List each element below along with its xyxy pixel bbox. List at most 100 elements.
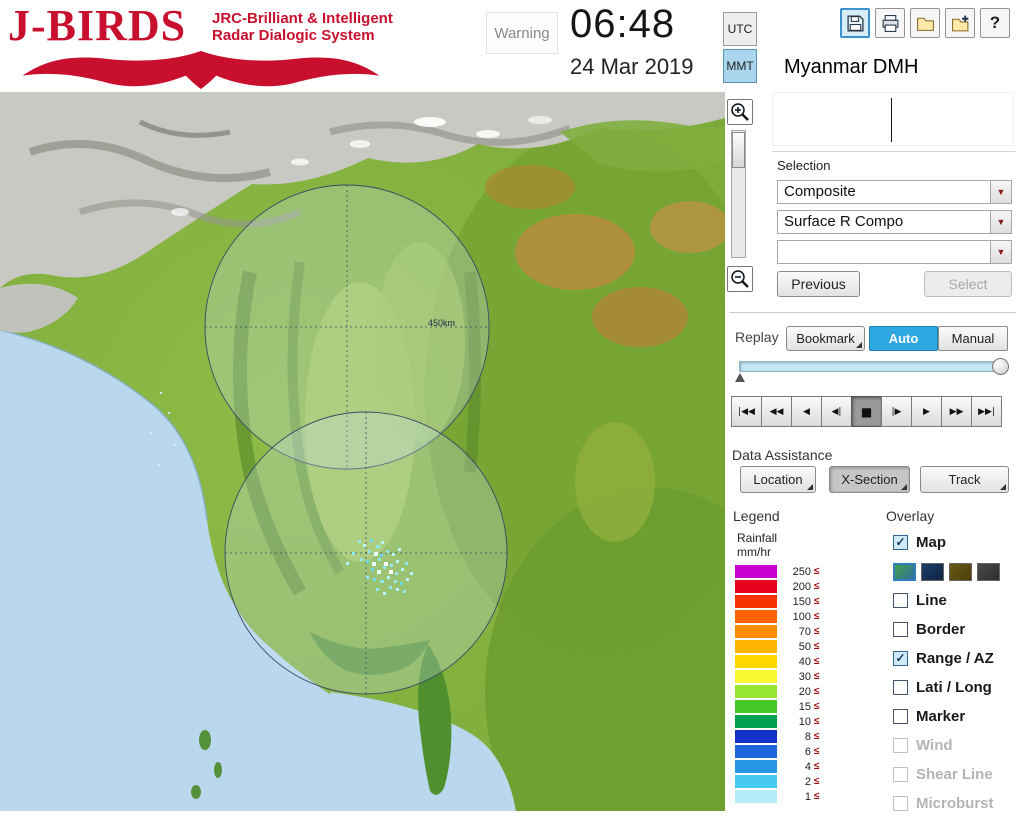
legend-value: 4 — [804, 760, 811, 773]
overlay-item-range-az[interactable]: ✓ Range / AZ — [893, 644, 1028, 673]
overlay-item-microburst: Microburst — [893, 789, 1028, 818]
logo-title: J-BIRDS — [8, 1, 187, 50]
warning-button[interactable]: Warning — [486, 12, 558, 54]
overlay-item-label: Wind — [916, 737, 953, 754]
legend-entry: 20 ≤ — [735, 684, 820, 699]
legend-entry: 70 ≤ — [735, 624, 820, 639]
legend-lte-sign: ≤ — [814, 701, 820, 712]
chevron-down-icon[interactable]: ▼ — [990, 211, 1011, 233]
utc-button[interactable]: UTC — [723, 12, 757, 46]
overlay-item-border[interactable]: Border — [893, 615, 1028, 644]
zoom-scrollbar[interactable] — [731, 130, 746, 258]
playback-play-back-button[interactable]: ◀| — [821, 396, 852, 427]
checkbox[interactable] — [893, 680, 908, 695]
location-button[interactable]: Location — [740, 466, 816, 493]
legend-color-swatch — [735, 760, 777, 773]
map-style-swatch-3[interactable] — [949, 562, 972, 581]
product-listbox[interactable] — [772, 92, 1014, 146]
playback-fwd-end-button[interactable]: ▶▶| — [971, 396, 1002, 427]
map-style-swatch-1[interactable] — [893, 562, 916, 581]
mmt-button[interactable]: MMT — [723, 49, 757, 83]
overlay-item-line[interactable]: Line — [893, 586, 1028, 615]
playback-stop-button[interactable]: ■ — [851, 396, 882, 427]
legend-entry: 10 ≤ — [735, 714, 820, 729]
combo-product-value: Surface R Compo — [784, 213, 904, 230]
legend-color-swatch — [735, 625, 777, 638]
replay-slider-thumb[interactable] — [992, 358, 1009, 375]
save-button[interactable] — [840, 8, 870, 38]
legend-value: 150 — [792, 595, 811, 608]
zoom-scrollbar-thumb[interactable] — [732, 132, 745, 168]
manual-button[interactable]: Manual — [938, 326, 1008, 351]
legend-entry: 15 ≤ — [735, 699, 820, 714]
chevron-down-icon[interactable]: ▼ — [990, 241, 1011, 263]
playback-fwd-fast-button[interactable]: ▶▶ — [941, 396, 972, 427]
overlay-item-label: Microburst — [916, 795, 994, 812]
legend-value: 100 — [792, 610, 811, 623]
open-folder-button[interactable] — [910, 8, 940, 38]
checkbox-checked[interactable]: ✓ — [893, 651, 908, 666]
checkbox — [893, 738, 908, 753]
help-button[interactable]: ? — [980, 8, 1010, 38]
legend-lte-sign: ≤ — [814, 656, 820, 667]
previous-button[interactable]: Previous — [777, 271, 860, 297]
track-button[interactable]: Track — [920, 466, 1009, 493]
overlay-item-map[interactable]: ✓ Map — [893, 528, 1028, 557]
radar-map[interactable]: 450km — [0, 92, 725, 811]
playback-play-fwd-button[interactable]: |▶ — [881, 396, 912, 427]
help-icon: ? — [989, 13, 1001, 32]
overlay-item-lati-long[interactable]: Lati / Long — [893, 673, 1028, 702]
legend-entry: 4 ≤ — [735, 759, 820, 774]
combo-product[interactable]: Surface R Compo ▼ — [777, 210, 1012, 234]
x-section-button[interactable]: X-Section — [829, 466, 910, 493]
checkbox[interactable] — [893, 593, 908, 608]
folder-icon — [916, 17, 934, 31]
select-button[interactable]: Select — [924, 271, 1012, 297]
playback-rew-start-button[interactable]: |◀◀ — [731, 396, 762, 427]
checkbox[interactable] — [893, 709, 908, 724]
zoom-in-button[interactable] — [727, 99, 753, 125]
legend-lte-sign: ≤ — [814, 776, 820, 787]
add-folder-button[interactable] — [945, 8, 975, 38]
legend-entry: 50 ≤ — [735, 639, 820, 654]
chevron-down-icon[interactable]: ▼ — [990, 181, 1011, 203]
map-style-swatch-4[interactable] — [977, 562, 1000, 581]
legend-rows: 250 ≤200 ≤150 ≤100 ≤70 ≤50 ≤40 ≤30 ≤20 ≤15 ≤10 ≤8 ≤6… — [735, 564, 820, 804]
auto-button[interactable]: Auto — [869, 326, 938, 351]
legend-color-swatch — [735, 685, 777, 698]
clock-time: 06:48 — [570, 2, 676, 46]
legend-lte-sign: ≤ — [814, 791, 820, 802]
playback-step-back-button[interactable]: ◀ — [791, 396, 822, 427]
bookmark-button[interactable]: Bookmark — [786, 326, 865, 351]
map-style-swatch-2[interactable] — [921, 562, 944, 581]
range-ring-label: 450km — [428, 318, 456, 328]
print-button[interactable] — [875, 8, 905, 38]
playback-rew-fast-button[interactable]: ◀◀ — [761, 396, 792, 427]
legend-value: 250 — [792, 565, 811, 578]
legend-lte-sign: ≤ — [814, 641, 820, 652]
replay-slider-marker — [735, 373, 745, 382]
combo-extra[interactable]: ▼ — [777, 240, 1012, 264]
legend-color-swatch — [735, 745, 777, 758]
replay-slider[interactable] — [739, 358, 1009, 375]
logo-tagline-2: Radar Dialogic System — [212, 27, 375, 44]
legend-entry: 30 ≤ — [735, 669, 820, 684]
legend-color-swatch — [735, 700, 777, 713]
overlay-item-marker[interactable]: Marker — [893, 702, 1028, 731]
overlay-item-label: Range / AZ — [916, 650, 994, 667]
zoom-out-icon — [731, 270, 749, 288]
combo-composite[interactable]: Composite ▼ — [777, 180, 1012, 204]
checkbox-checked[interactable]: ✓ — [893, 535, 908, 550]
overlay-item-wind: Wind — [893, 731, 1028, 760]
zoom-out-button[interactable] — [727, 266, 753, 292]
legend-color-swatch — [735, 730, 777, 743]
add-folder-icon — [951, 15, 968, 31]
replay-label: Replay — [735, 329, 779, 345]
legend-lte-sign: ≤ — [814, 731, 820, 742]
playback-step-fwd-button[interactable]: ▶ — [911, 396, 942, 427]
legend-entry: 100 ≤ — [735, 609, 820, 624]
checkbox[interactable] — [893, 622, 908, 637]
overlay-list: ✓ Map Line Border ✓ Range / AZ Lati / Long Mark… — [893, 528, 1028, 818]
logo-tagline: JRC-Brilliant & Intelligent Radar Dialog… — [212, 10, 393, 44]
legend-value: 8 — [804, 730, 811, 743]
